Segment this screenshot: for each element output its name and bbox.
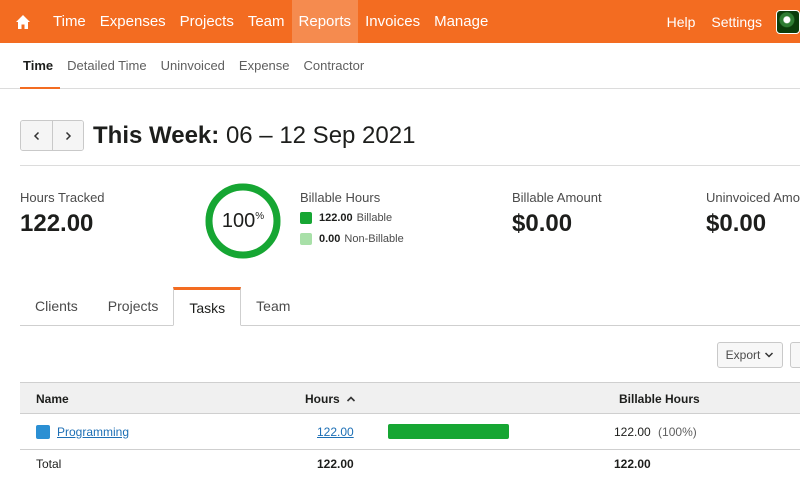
- billable-percent: 100%: [205, 183, 281, 259]
- table-row-separator: [20, 449, 800, 450]
- nav-time[interactable]: Time: [46, 0, 93, 43]
- nav-settings[interactable]: Settings: [703, 14, 770, 30]
- period-header: This Week: 06 – 12 Sep 2021: [20, 120, 415, 151]
- page-title: This Week: 06 – 12 Sep 2021: [93, 122, 415, 150]
- column-name[interactable]: Name: [36, 392, 69, 406]
- tab-clients[interactable]: Clients: [20, 287, 93, 325]
- chevron-down-icon: [765, 352, 774, 358]
- task-billable-percent: (100%): [658, 425, 697, 439]
- subnav-uninvoiced[interactable]: Uninvoiced: [154, 43, 232, 88]
- hours-tracked-value: 122.00: [20, 210, 94, 237]
- reports-subnav: Time Detailed Time Uninvoiced Expense Co…: [0, 43, 800, 89]
- legend-non-billable: 0.00 Non-Billable: [300, 233, 404, 245]
- home-button[interactable]: [0, 0, 46, 43]
- period-label: This Week:: [93, 121, 220, 149]
- task-billable-hours: 122.00 (100%): [614, 425, 697, 439]
- uninvoiced-amount-label: Uninvoiced Amo: [706, 190, 800, 205]
- nav-manage[interactable]: Manage: [427, 0, 495, 43]
- chevron-right-icon: [65, 131, 72, 140]
- nav-help[interactable]: Help: [659, 14, 704, 30]
- billable-swatch: [300, 212, 312, 224]
- task-hours-link[interactable]: 122.00: [317, 425, 354, 439]
- column-hours[interactable]: Hours: [305, 392, 356, 406]
- next-period-button[interactable]: [52, 121, 83, 150]
- period-pager: [20, 120, 84, 151]
- legend-billable: 122.00 Billable: [300, 212, 392, 224]
- total-billable-hours: 122.00: [614, 457, 651, 471]
- billable-amount-value: $0.00: [512, 210, 573, 237]
- task-name-link[interactable]: Programming: [57, 425, 129, 439]
- total-hours: 122.00: [317, 457, 354, 471]
- column-billable-hours[interactable]: Billable Hours: [619, 392, 700, 406]
- previous-period-button[interactable]: [21, 121, 52, 150]
- header-divider: [20, 165, 800, 166]
- billable-percent-value: 100: [221, 209, 256, 232]
- subnav-time[interactable]: Time: [20, 43, 61, 89]
- task-hours-bar: [388, 424, 509, 439]
- non-billable-label: Non-Billable: [344, 233, 404, 245]
- export-button[interactable]: Export: [717, 342, 783, 368]
- billable-value: 122.00: [319, 212, 353, 224]
- subnav-detailed-time[interactable]: Detailed Time: [60, 43, 153, 88]
- billable-hours-label: Billable Hours: [300, 190, 381, 205]
- sort-ascending-icon: [346, 396, 356, 402]
- tab-projects[interactable]: Projects: [93, 287, 174, 325]
- nav-expenses[interactable]: Expenses: [93, 0, 173, 43]
- subnav-contractor[interactable]: Contractor: [297, 43, 372, 88]
- home-icon: [16, 14, 30, 29]
- non-billable-swatch: [300, 233, 312, 245]
- task-billable-value: 122.00: [614, 425, 651, 439]
- uninvoiced-amount-value: $0.00: [706, 210, 767, 237]
- avatar[interactable]: [776, 9, 800, 34]
- subnav-expense[interactable]: Expense: [232, 43, 297, 88]
- billable-percent-unit: %: [255, 210, 265, 222]
- billable-amount-label: Billable Amount: [512, 190, 602, 205]
- more-options-button[interactable]: [790, 342, 800, 368]
- hours-tracked-label: Hours Tracked: [20, 190, 105, 205]
- top-nav: Time Expenses Projects Team Reports Invo…: [0, 0, 800, 43]
- non-billable-value: 0.00: [319, 233, 341, 245]
- nav-team[interactable]: Team: [241, 0, 292, 43]
- total-label: Total: [36, 457, 62, 471]
- task-color-swatch: [36, 425, 50, 439]
- export-label: Export: [725, 348, 761, 362]
- report-tabs: Clients Projects Tasks Team: [20, 287, 800, 326]
- nav-projects[interactable]: Projects: [173, 0, 241, 43]
- nav-invoices[interactable]: Invoices: [358, 0, 427, 43]
- column-hours-label: Hours: [305, 392, 340, 406]
- period-range: 06 – 12 Sep 2021: [225, 121, 416, 149]
- tab-tasks[interactable]: Tasks: [173, 287, 242, 326]
- chevron-left-icon: [33, 131, 39, 140]
- billable-label: Billable: [356, 212, 393, 224]
- nav-reports[interactable]: Reports: [291, 0, 359, 43]
- tab-team[interactable]: Team: [241, 287, 305, 325]
